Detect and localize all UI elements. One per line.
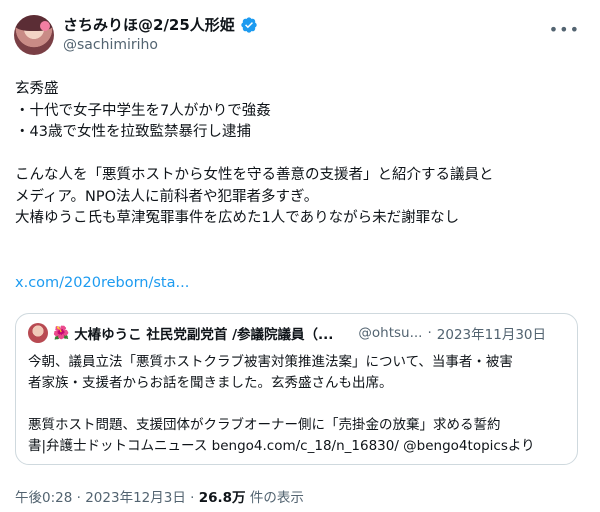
- tweet: さちみりほ@2/25人形姫 @sachimiriho ••• 玄秀盛 ・十代で女…: [0, 0, 600, 512]
- quoted-tweet-text: 今朝、議員立法「悪質ホストクラブ被害対策推進法案」について、当事者・被害 者家族…: [28, 354, 535, 454]
- tweet-meta: 午後0:28 · 2023年12月3日 · 26.8万 件の表示: [15, 486, 304, 506]
- hibiscus-emoji-icon: 🌺: [53, 325, 70, 341]
- verified-badge-icon: [241, 16, 257, 33]
- author-handle[interactable]: @sachimiriho: [63, 37, 158, 53]
- views-label: 件の表示: [249, 490, 304, 506]
- author-avatar[interactable]: [14, 15, 54, 55]
- views-count: 26.8万: [198, 490, 246, 506]
- more-icon[interactable]: •••: [549, 20, 580, 39]
- tweet-text: 玄秀盛 ・十代で女子中学生を7人がかりで強姦 ・43歳で女性を拉致監禁暴行し逮捕…: [15, 81, 494, 226]
- quoted-author-avatar: [28, 323, 48, 343]
- quoted-author-name: 大椿ゆうこ 社民党副党首 /参議院議員（...: [74, 327, 334, 343]
- quoted-date: 2023年11月30日: [436, 327, 546, 343]
- tweet-date[interactable]: 2023年12月3日: [85, 490, 186, 506]
- quoted-tweet-header: 🌺 大椿ゆうこ 社民党副党首 /参議院議員（... @ohtsu... · 20…: [28, 323, 546, 343]
- tweet-link[interactable]: x.com/2020reborn/sta...: [15, 275, 189, 291]
- quoted-tweet[interactable]: 🌺 大椿ゆうこ 社民党副党首 /参議院議員（... @ohtsu... · 20…: [15, 313, 578, 465]
- meta-separator: ·: [76, 490, 81, 506]
- quoted-author-handle: @ohtsu...: [358, 325, 423, 341]
- meta-dot: ·: [190, 490, 195, 506]
- author-display-name[interactable]: さちみりほ@2/25人形姫: [63, 14, 235, 35]
- author-name-row: さちみりほ@2/25人形姫: [63, 14, 258, 35]
- quoted-separator: ·: [427, 325, 432, 341]
- tweet-time[interactable]: 午後0:28: [15, 490, 72, 506]
